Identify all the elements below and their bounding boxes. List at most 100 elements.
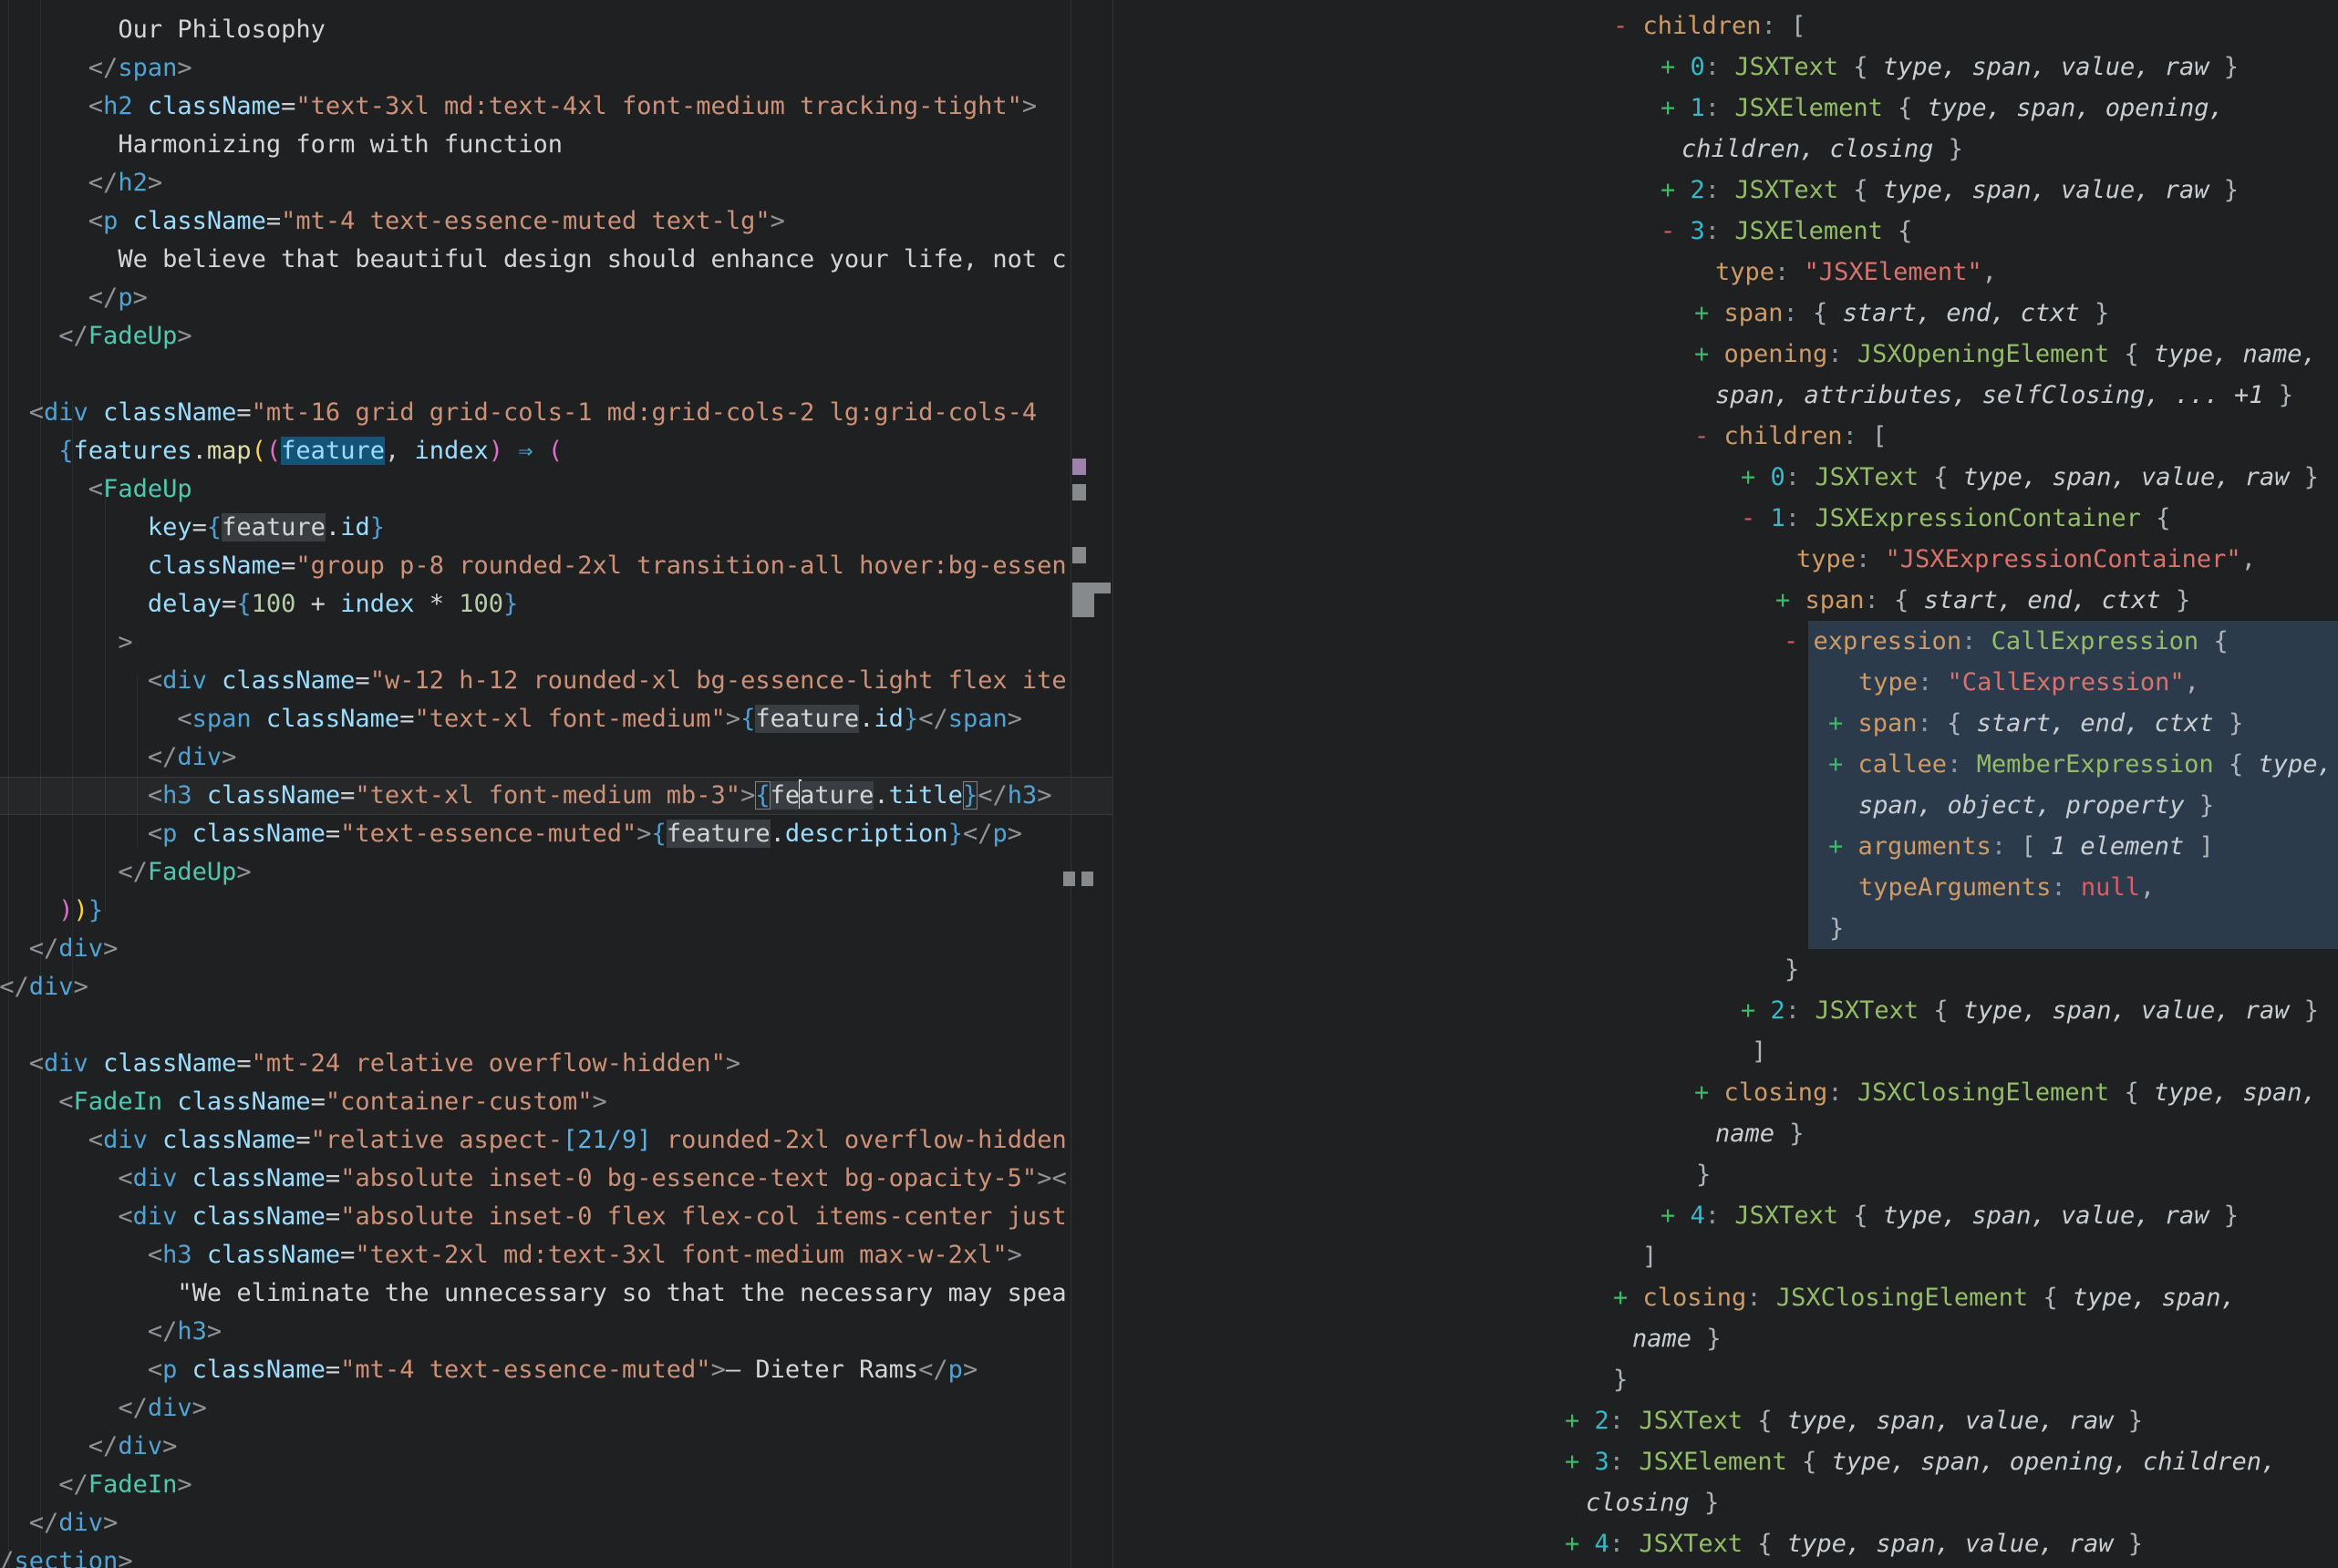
ast-line[interactable]: type: "JSXExpressionContainer", bbox=[1113, 539, 2338, 580]
ast-line[interactable]: - 3: JSXElement { bbox=[1113, 211, 2338, 252]
code-line[interactable]: "We eliminate the unnecessary so that th… bbox=[0, 1274, 1112, 1313]
code-line[interactable]: ))} bbox=[0, 892, 1112, 930]
code-line[interactable]: Harmonizing form with function bbox=[0, 126, 1112, 164]
code-line[interactable]: <div className="w-12 h-12 rounded-xl bg-… bbox=[0, 662, 1112, 700]
pane-divider[interactable] bbox=[1112, 0, 1113, 1568]
ast-line-highlighted[interactable]: span, object, property } bbox=[1113, 785, 2338, 826]
ast-line-highlighted[interactable]: + span: { start, end, ctxt } bbox=[1113, 703, 2338, 744]
tree-toggle-expand-icon[interactable]: + bbox=[1660, 53, 1691, 81]
tree-toggle-expand-icon[interactable]: + bbox=[1775, 586, 1805, 614]
ast-line[interactable]: + 2: JSXText { type, span, value, raw } bbox=[1113, 990, 2338, 1031]
code-line[interactable]: <p className="mt-4 text-essence-muted te… bbox=[0, 202, 1112, 241]
code-line[interactable]: </div> bbox=[0, 1504, 1112, 1542]
tree-toggle-expand-icon[interactable]: + bbox=[1565, 1407, 1595, 1435]
code-line[interactable]: <FadeUp bbox=[0, 470, 1112, 509]
code-line[interactable]: </div> bbox=[0, 968, 1112, 1006]
code-line[interactable]: <p className="mt-4 text-essence-muted">—… bbox=[0, 1351, 1112, 1389]
code-line[interactable]: <p className="text-essence-muted">{featu… bbox=[0, 815, 1112, 853]
code-line[interactable] bbox=[0, 356, 1112, 394]
code-line[interactable]: </span> bbox=[0, 49, 1112, 88]
tree-toggle-expand-icon[interactable]: + bbox=[1694, 340, 1724, 368]
code-line[interactable]: <h3 className="text-2xl md:text-3xl font… bbox=[0, 1236, 1112, 1274]
ast-line-highlighted[interactable]: } bbox=[1113, 908, 2338, 949]
ast-line[interactable]: ] bbox=[1113, 1236, 2338, 1277]
code-line[interactable]: </FadeUp> bbox=[0, 853, 1112, 892]
code-line[interactable]: delay={100 + index * 100} bbox=[0, 585, 1112, 624]
ast-line[interactable]: + 3: JSXElement { type, span, opening, c… bbox=[1113, 1441, 2338, 1482]
tree-toggle-expand-icon[interactable]: + bbox=[1741, 996, 1771, 1025]
tree-toggle-expand-icon[interactable]: + bbox=[1660, 94, 1691, 122]
code-line[interactable]: We believe that beautiful design should … bbox=[0, 241, 1112, 279]
ast-line[interactable]: children, closing } bbox=[1113, 129, 2338, 170]
code-line[interactable]: <FadeIn className="container-custom"> bbox=[0, 1083, 1112, 1121]
code-line[interactable]: <div className="mt-16 grid grid-cols-1 m… bbox=[0, 394, 1112, 432]
tree-toggle-expand-icon[interactable]: + bbox=[1613, 1284, 1643, 1312]
code-line[interactable]: </h3> bbox=[0, 1313, 1112, 1351]
ast-line[interactable]: - children: [ bbox=[1113, 416, 2338, 457]
code-line[interactable]: </h2> bbox=[0, 164, 1112, 202]
ast-line[interactable]: + 4: JSXText { type, span, value, raw } bbox=[1113, 1195, 2338, 1236]
tree-toggle-collapse-icon[interactable]: - bbox=[1741, 504, 1771, 532]
code-line[interactable]: </div> bbox=[0, 1428, 1112, 1466]
tree-toggle-expand-icon[interactable]: + bbox=[1741, 463, 1771, 491]
ast-line[interactable]: name } bbox=[1113, 1318, 2338, 1359]
ast-line[interactable]: - children: [ bbox=[1113, 5, 2338, 46]
tree-toggle-collapse-icon[interactable]: - bbox=[1660, 217, 1691, 245]
ast-line[interactable]: + 0: JSXText { type, span, value, raw } bbox=[1113, 457, 2338, 498]
code-line-current[interactable]: <h3 className="text-xl font-medium mb-3"… bbox=[0, 777, 1112, 815]
tree-toggle-collapse-icon[interactable]: - bbox=[1613, 12, 1643, 40]
code-line[interactable]: key={feature.id} bbox=[0, 509, 1112, 547]
ast-line[interactable]: type: "JSXElement", bbox=[1113, 252, 2338, 293]
code-line[interactable]: <div className="absolute inset-0 bg-esse… bbox=[0, 1160, 1112, 1198]
tree-toggle-expand-icon[interactable]: + bbox=[1694, 299, 1724, 327]
ast-line[interactable]: } bbox=[1113, 949, 2338, 990]
code-line[interactable]: </div> bbox=[0, 1389, 1112, 1428]
tree-toggle-expand-icon[interactable]: + bbox=[1660, 1202, 1691, 1230]
ast-line[interactable]: + 2: JSXText { type, span, value, raw } bbox=[1113, 170, 2338, 211]
code-line[interactable]: </FadeUp> bbox=[0, 317, 1112, 356]
ast-line[interactable]: + 4: JSXText { type, span, value, raw } bbox=[1113, 1523, 2338, 1564]
code-line[interactable]: <div className="relative aspect-[21/9] r… bbox=[0, 1121, 1112, 1160]
ast-line-highlighted[interactable]: typeArguments: null, bbox=[1113, 867, 2338, 908]
tree-toggle-expand-icon[interactable]: + bbox=[1565, 1530, 1595, 1558]
ast-line-highlighted[interactable]: + callee: MemberExpression { type, bbox=[1113, 744, 2338, 785]
ast-line[interactable]: - 1: JSXExpressionContainer { bbox=[1113, 498, 2338, 539]
tree-toggle-expand-icon[interactable]: + bbox=[1828, 750, 1858, 779]
ast-line[interactable]: + closing: JSXClosingElement { type, spa… bbox=[1113, 1072, 2338, 1113]
tree-toggle-collapse-icon[interactable]: - bbox=[1784, 627, 1814, 655]
tree-toggle-expand-icon[interactable]: + bbox=[1565, 1448, 1595, 1476]
code-line[interactable]: > bbox=[0, 624, 1112, 662]
code-line[interactable]: </section> bbox=[0, 1542, 1112, 1568]
code-line[interactable]: {features.map((feature, index) ⇒ ( bbox=[0, 432, 1112, 470]
ast-line[interactable]: + span: { start, end, ctxt } bbox=[1113, 580, 2338, 621]
code-line[interactable] bbox=[0, 1006, 1112, 1045]
tree-toggle-expand-icon[interactable]: + bbox=[1694, 1078, 1724, 1107]
tree-toggle-expand-icon[interactable]: + bbox=[1828, 709, 1858, 738]
code-line[interactable]: className="group p-8 rounded-2xl transit… bbox=[0, 547, 1112, 585]
ast-line[interactable]: closing } bbox=[1113, 1482, 2338, 1523]
ast-line[interactable]: + 1: JSXElement { type, span, opening, bbox=[1113, 88, 2338, 129]
ast-line[interactable]: name } bbox=[1113, 1113, 2338, 1154]
tree-toggle-expand-icon[interactable]: + bbox=[1828, 832, 1858, 861]
code-line[interactable]: </FadeIn> bbox=[0, 1466, 1112, 1504]
ast-line[interactable]: + 0: JSXText { type, span, value, raw } bbox=[1113, 46, 2338, 88]
ast-line[interactable]: } bbox=[1113, 1154, 2338, 1195]
code-line[interactable]: </div> bbox=[0, 738, 1112, 777]
code-line[interactable]: <span className="text-xl font-medium">{f… bbox=[0, 700, 1112, 738]
code-line[interactable]: <div className="mt-24 relative overflow-… bbox=[0, 1045, 1112, 1083]
code-line[interactable]: Our Philosophy bbox=[0, 11, 1112, 49]
ast-line-highlighted[interactable]: + arguments: [ 1 element ] bbox=[1113, 826, 2338, 867]
ast-line-highlighted[interactable]: type: "CallExpression", bbox=[1113, 662, 2338, 703]
code-line[interactable]: </p> bbox=[0, 279, 1112, 317]
tree-toggle-expand-icon[interactable]: + bbox=[1660, 176, 1691, 204]
ast-line[interactable]: + closing: JSXClosingElement { type, spa… bbox=[1113, 1277, 2338, 1318]
ast-line[interactable]: ] bbox=[1113, 1031, 2338, 1072]
code-editor-pane[interactable]: Our Philosophy </span> <h2 className="te… bbox=[0, 0, 1112, 1568]
ast-line[interactable]: + opening: JSXOpeningElement { type, nam… bbox=[1113, 334, 2338, 375]
ast-line[interactable]: + span: { start, end, ctxt } bbox=[1113, 293, 2338, 334]
ast-line-highlighted[interactable]: - expression: CallExpression { bbox=[1113, 621, 2338, 662]
code-line[interactable]: <h2 className="text-3xl md:text-4xl font… bbox=[0, 88, 1112, 126]
ast-line[interactable]: span, attributes, selfClosing, ... +1 } bbox=[1113, 375, 2338, 416]
code-line[interactable]: </div> bbox=[0, 930, 1112, 968]
code-line[interactable]: <div className="absolute inset-0 flex fl… bbox=[0, 1198, 1112, 1236]
